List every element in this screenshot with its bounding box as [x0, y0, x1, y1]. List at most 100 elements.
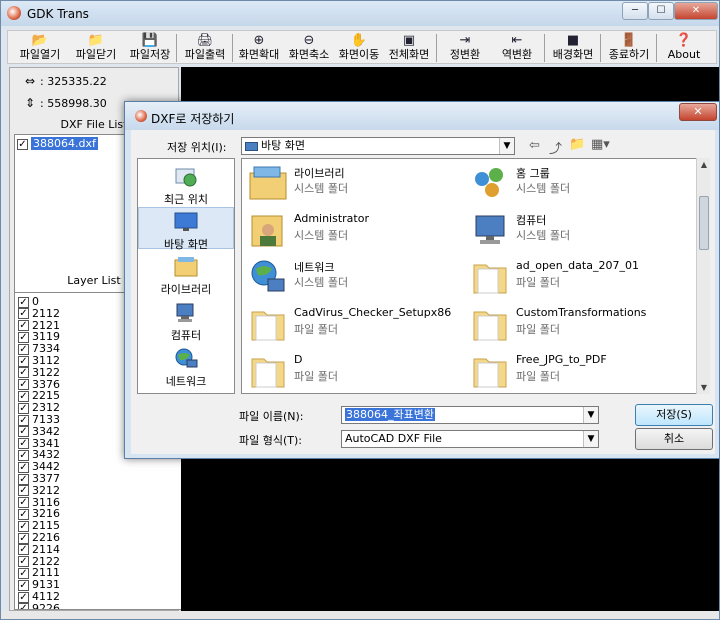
checkbox[interactable]: ✓: [18, 485, 29, 497]
file-item-name: D: [294, 353, 303, 366]
file-item-type: 파일 폴더: [516, 370, 560, 383]
place-label: 네트워크: [165, 375, 207, 388]
about-button[interactable]: ❓ About: [658, 33, 710, 63]
horizontal-scrollbar[interactable]: [1, 611, 719, 619]
checkbox[interactable]: ✓: [18, 556, 29, 568]
file-item[interactable]: 라이브러리 시스템 폴더: [246, 161, 462, 205]
checkbox[interactable]: ✓: [18, 591, 29, 603]
checkbox[interactable]: ✓: [18, 402, 29, 414]
chevron-down-icon: ▼: [499, 138, 514, 154]
checkbox[interactable]: ✓: [18, 367, 29, 379]
checkbox[interactable]: ✓: [18, 508, 29, 520]
checkbox[interactable]: ✓: [18, 532, 29, 544]
up-folder-icon[interactable]: ⤴: [549, 138, 562, 157]
print-file-button[interactable]: 🖨 파일출력: [178, 33, 232, 63]
layer-label: 9226: [32, 601, 60, 610]
checkbox[interactable]: ✓: [18, 497, 29, 509]
checkbox[interactable]: ✓: [18, 567, 29, 579]
toolbar-label: 역변환: [501, 48, 533, 61]
checkbox[interactable]: ✓: [18, 438, 29, 450]
checkbox[interactable]: ✓: [18, 414, 29, 426]
save-file-button[interactable]: 💾 파일저장: [122, 33, 178, 63]
checkbox[interactable]: ✓: [18, 320, 29, 332]
close-file-icon: 📁: [87, 33, 105, 48]
maximize-button[interactable]: ☐: [648, 2, 674, 20]
open-file-button[interactable]: 📂 파일열기: [12, 33, 68, 63]
checkbox[interactable]: ✓: [18, 390, 29, 402]
scroll-up-icon[interactable]: ▲: [697, 160, 711, 169]
checkbox[interactable]: ✓: [18, 449, 29, 461]
file-item[interactable]: ad_open_data_207_01 파일 폴더: [468, 255, 684, 299]
vertical-scrollbar[interactable]: ▲ ▼: [696, 158, 710, 394]
place-label: 라이브러리: [160, 283, 212, 296]
checkbox[interactable]: ✓: [17, 138, 28, 150]
toolbar-separator: [544, 34, 545, 62]
pan-button[interactable]: ✋ 화면이동: [334, 33, 384, 63]
checkbox[interactable]: ✓: [18, 379, 29, 391]
dialog-close-button[interactable]: ✕: [679, 103, 717, 121]
file-item-type: 시스템 폴더: [294, 229, 349, 242]
close-file-button[interactable]: 📁 파일닫기: [68, 33, 124, 63]
save-button[interactable]: 저장(S): [635, 404, 713, 426]
checkbox[interactable]: ✓: [18, 520, 29, 532]
filetype-dropdown[interactable]: AutoCAD DXF File ▼: [341, 430, 599, 448]
desktop-icon: [174, 212, 198, 231]
minimize-button[interactable]: ─: [622, 2, 648, 20]
file-item[interactable]: CadVirus_Checker_Setupx86 파일 폴더: [246, 302, 462, 346]
checkbox[interactable]: ✓: [18, 473, 29, 485]
checkbox[interactable]: ✓: [18, 343, 29, 355]
file-item[interactable]: Free_JPG_to_PDF 파일 폴더: [468, 349, 684, 393]
checkbox[interactable]: ✓: [18, 461, 29, 473]
checkbox[interactable]: ✓: [18, 579, 29, 591]
close-button[interactable]: ✕: [674, 2, 718, 20]
file-item[interactable]: CustomTransformations 파일 폴더: [468, 302, 684, 346]
file-item-name: Administrator: [294, 212, 369, 225]
place-libraries[interactable]: 라이브러리: [138, 253, 234, 296]
save-in-dropdown[interactable]: 바탕 화면 ▼: [241, 137, 515, 155]
exit-button[interactable]: 🚪 종료하기: [602, 33, 656, 63]
filename-label: 파일 이름(N):: [239, 410, 304, 423]
forward-transform-button[interactable]: ⇥ 정변환: [440, 33, 490, 63]
filetype-label: 파일 형식(T):: [239, 434, 302, 447]
checkbox[interactable]: ✓: [18, 355, 29, 367]
toolbar-separator: [232, 34, 233, 62]
file-item[interactable]: D 파일 폴더: [246, 349, 462, 393]
inverse-transform-button[interactable]: ⇤ 역변환: [492, 33, 542, 63]
file-item[interactable]: 컴퓨터 시스템 폴더: [468, 208, 684, 252]
desktop-small-icon: [245, 141, 258, 151]
file-item-name: ad_open_data_207_01: [516, 259, 639, 272]
checkbox[interactable]: ✓: [18, 426, 29, 438]
toolbar-label: About: [667, 48, 701, 61]
layer-list-item[interactable]: ✓ 9226: [18, 601, 60, 610]
back-arrow-icon[interactable]: ⇦: [529, 138, 540, 153]
computer-icon: [176, 303, 194, 322]
background-button[interactable]: ■ 배경화면: [546, 33, 600, 63]
file-list-view[interactable]: 라이브러리 시스템 폴더 홈 그룹 시스템 폴더 Administrator 시스템 폴더…: [241, 158, 705, 394]
place-computer[interactable]: 컴퓨터: [138, 299, 234, 342]
file-item[interactable]: 홈 그룹 시스템 폴더: [468, 161, 684, 205]
filename-input[interactable]: 388064_좌표변환 ▼: [341, 406, 599, 424]
x-coordinate-value: : 325335.22: [40, 75, 107, 88]
file-item[interactable]: 네트워크 시스템 폴더: [246, 255, 462, 299]
scroll-down-icon[interactable]: ▼: [697, 383, 711, 392]
about-icon: ❓: [675, 33, 693, 48]
new-folder-icon[interactable]: 📁: [569, 137, 585, 152]
zoom-out-button[interactable]: ⊖ 화면축소: [284, 33, 334, 63]
checkbox[interactable]: ✓: [18, 544, 29, 556]
checkbox[interactable]: ✓: [18, 331, 29, 343]
title-bar: GDK Trans ─ ☐ ✕: [1, 1, 719, 26]
checkbox[interactable]: ✓: [18, 296, 29, 308]
place-desktop[interactable]: 바탕 화면: [138, 207, 234, 251]
view-menu-icon[interactable]: ▦▾: [591, 137, 610, 152]
cancel-button[interactable]: 취소: [635, 428, 713, 450]
fullscreen-icon: ▣: [402, 33, 416, 48]
scroll-thumb[interactable]: [699, 196, 709, 250]
place-recent[interactable]: 최근 위치: [138, 163, 234, 206]
fullscreen-button[interactable]: ▣ 전체화면: [384, 33, 434, 63]
file-item[interactable]: Administrator 시스템 폴더: [246, 208, 462, 252]
file-list-item[interactable]: ✓ 388064.dxf: [17, 137, 98, 151]
zoom-in-button[interactable]: ⊕ 화면확대: [234, 33, 284, 63]
checkbox[interactable]: ✓: [18, 308, 29, 320]
checkbox[interactable]: ✓: [18, 603, 29, 609]
place-network[interactable]: 네트워크: [138, 345, 234, 388]
